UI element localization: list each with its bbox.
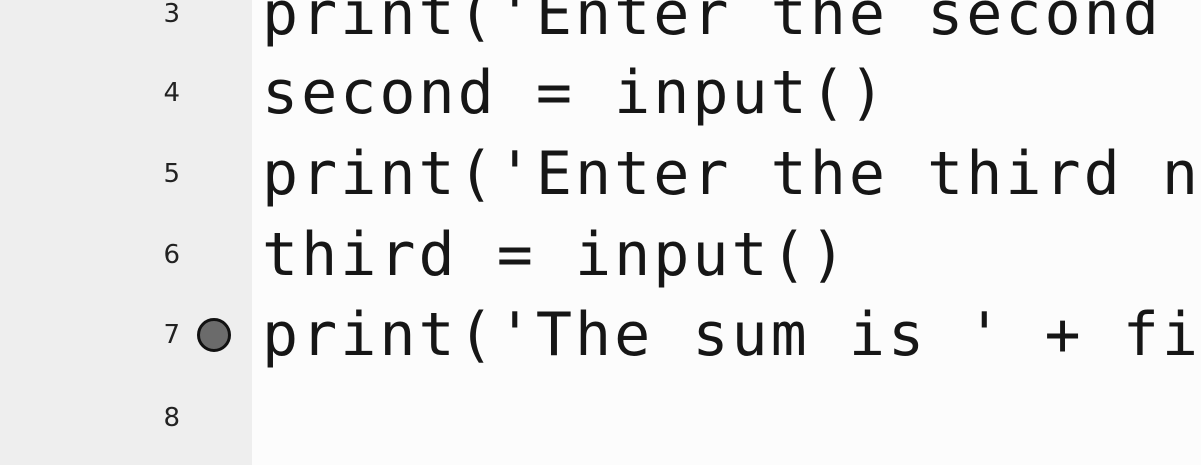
code-line-4: 4 second = input() [0,53,1201,134]
line-number: 6 [163,240,180,270]
code-line-3: 3 print('Enter the second [0,0,1201,55]
line-number: 5 [163,159,180,189]
code-line-5: 5 print('Enter the third nu [0,134,1201,215]
code-line-8: 8 [0,378,1201,459]
code-text[interactable]: second = input() [262,53,888,134]
code-editor: 3 print('Enter the second 4 second = inp… [0,0,1201,465]
code-text[interactable]: print('Enter the third nu [262,134,1201,215]
line-number: 4 [163,78,180,108]
code-line-6: 6 third = input() [0,215,1201,296]
breakpoint-icon[interactable] [197,318,231,352]
code-text[interactable]: third = input() [262,215,849,296]
line-number: 8 [163,403,180,433]
code-text[interactable]: print('The sum is ' + fi [262,295,1201,376]
line-number: 7 [163,320,180,350]
code-line-7: 7 print('The sum is ' + fi [0,295,1201,376]
code-text[interactable]: print('Enter the second [262,0,1162,55]
line-number: 3 [163,0,180,29]
